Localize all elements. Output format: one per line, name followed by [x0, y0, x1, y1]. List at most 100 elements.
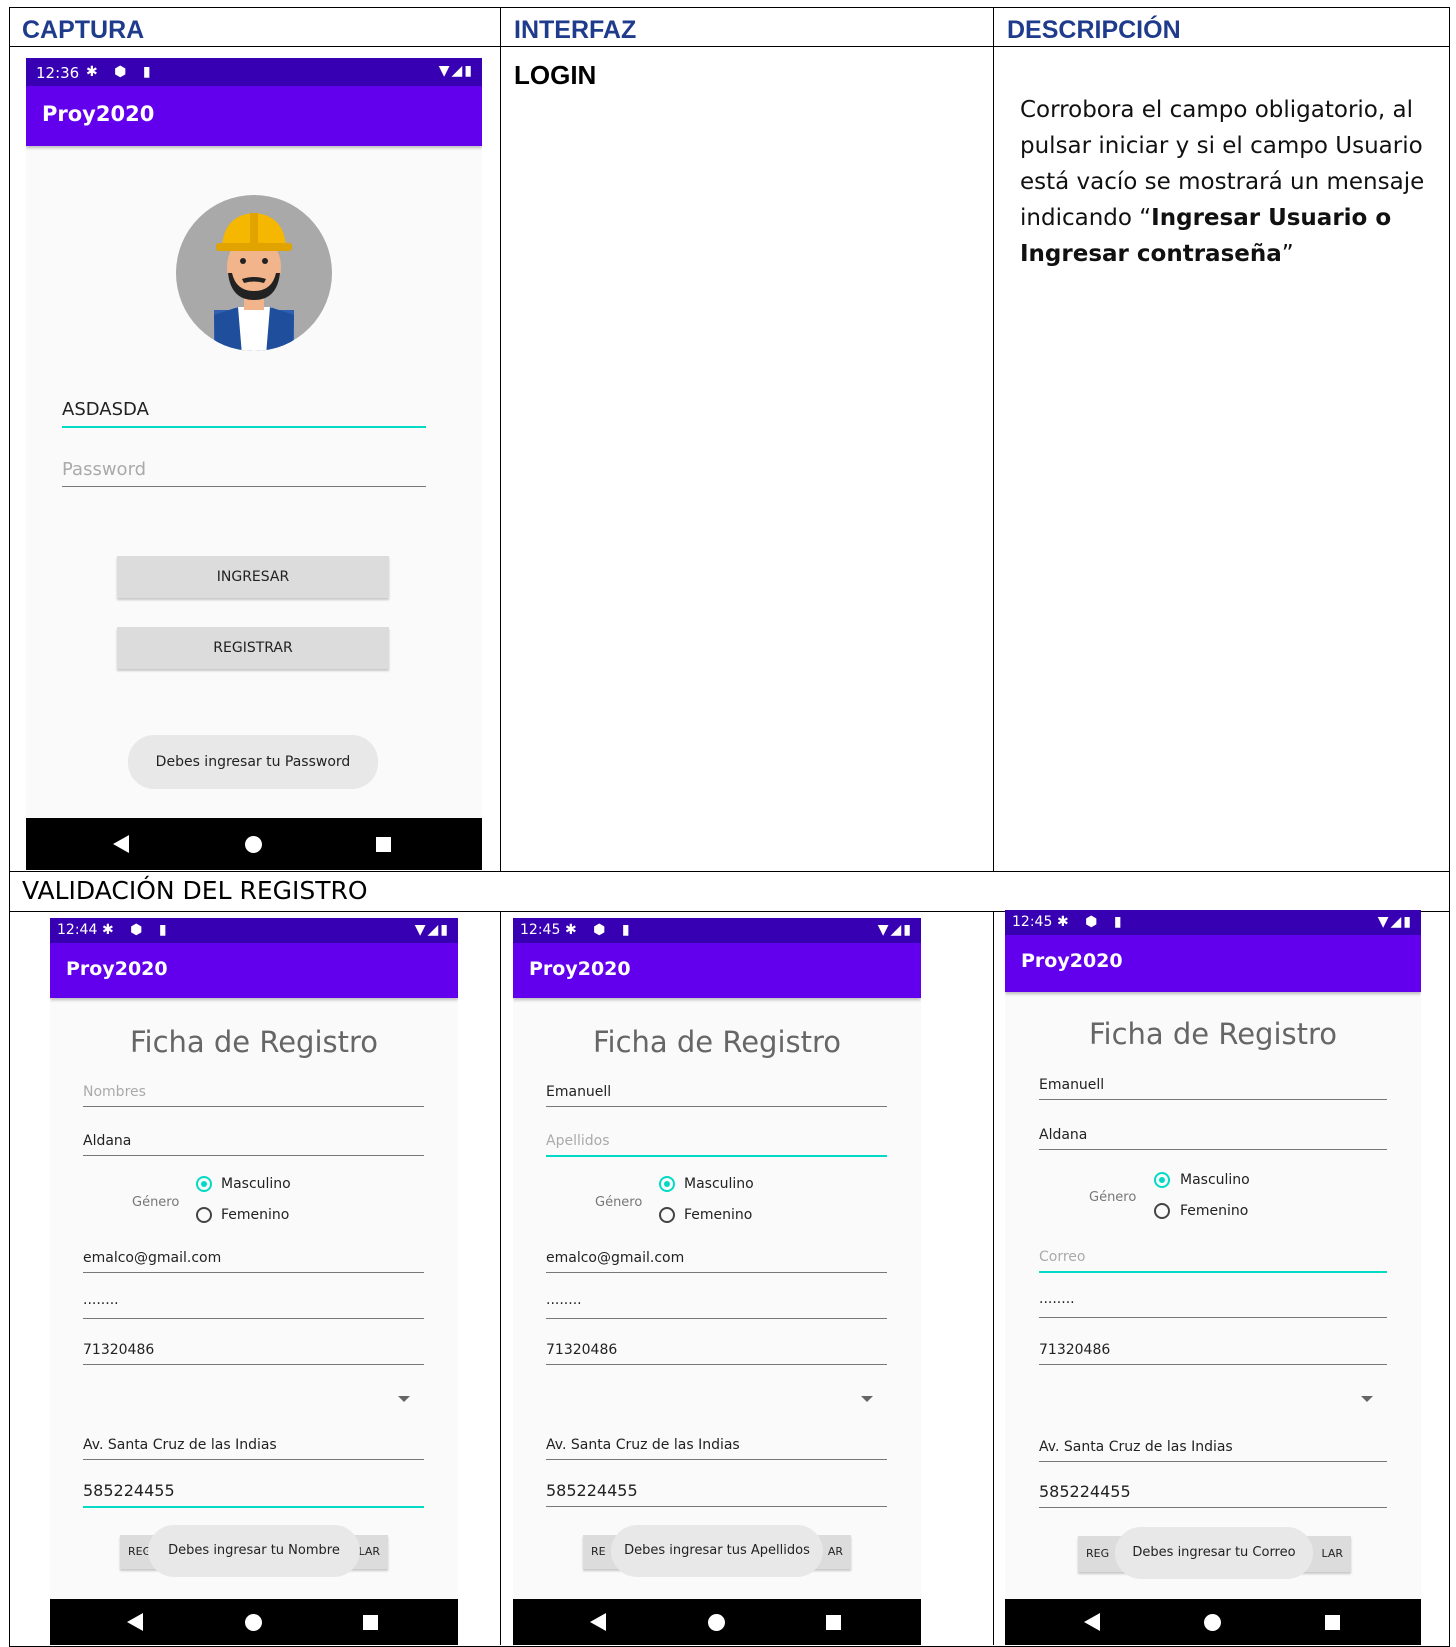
- description-part2: ”: [1281, 241, 1294, 267]
- status-bar: 12:45 ✱ ⬢ ▮ ▼◢▮: [1005, 910, 1421, 935]
- header-divider: [9, 46, 1450, 47]
- telefono-field[interactable]: 71320486: [83, 1326, 424, 1365]
- ingresar-button[interactable]: INGRESAR: [117, 556, 389, 598]
- femenino-label: Femenino: [221, 1207, 290, 1223]
- femenino-radio[interactable]: [1154, 1203, 1170, 1219]
- header-captura: CAPTURA: [22, 16, 145, 44]
- status-left-icons: ✱ ⬢ ▮: [102, 922, 173, 938]
- genero-label: Género: [132, 1195, 180, 1210]
- celular-field[interactable]: 585224455: [546, 1468, 887, 1507]
- username-field[interactable]: ASDASDA: [62, 388, 426, 428]
- status-left-icons: ✱ ⬢ ▮: [86, 64, 157, 80]
- masculino-radio[interactable]: [196, 1176, 212, 1192]
- back-icon[interactable]: [590, 1613, 606, 1631]
- app-title: Proy2020: [42, 102, 155, 126]
- toast-message: Debes ingresar tu Nombre: [148, 1525, 360, 1577]
- recents-icon[interactable]: [376, 837, 391, 852]
- column-divider-4: [993, 911, 994, 1645]
- register-screenshot-1: 12:44 ✱ ⬢ ▮ ▼◢▮ Proy2020 Ficha de Regist…: [50, 918, 458, 1645]
- status-time: 12:45: [1012, 914, 1053, 930]
- status-time: 12:44: [57, 922, 98, 938]
- status-time: 12:45: [520, 922, 561, 938]
- back-icon[interactable]: [113, 835, 129, 853]
- celular-field[interactable]: 585224455: [1039, 1468, 1387, 1508]
- login-screenshot: 12:36 ✱ ⬢ ▮ ▼◢▮ Proy2020 ASDASDA Passwor…: [26, 58, 482, 870]
- app-bar: Proy2020: [26, 86, 482, 146]
- cancelar-label-visible: LAR: [1321, 1547, 1343, 1560]
- back-icon[interactable]: [127, 1613, 143, 1631]
- app-bar: Proy2020: [513, 943, 921, 998]
- row-divider: [9, 871, 1450, 872]
- toast-message: Debes ingresar tus Apellidos: [611, 1525, 823, 1577]
- column-divider-2: [993, 7, 994, 871]
- celular-field[interactable]: 585224455: [83, 1468, 424, 1508]
- registrar-button[interactable]: REGISTRAR: [117, 627, 389, 669]
- worker-avatar-icon: [214, 213, 294, 351]
- interface-name: LOGIN: [514, 60, 597, 90]
- home-icon[interactable]: [1204, 1614, 1221, 1631]
- femenino-label: Femenino: [1180, 1203, 1249, 1219]
- password-field[interactable]: ········: [546, 1280, 887, 1319]
- home-icon[interactable]: [245, 836, 262, 853]
- direccion-field[interactable]: Av. Santa Cruz de las Indias: [546, 1421, 887, 1460]
- recents-icon[interactable]: [826, 1615, 841, 1630]
- recents-icon[interactable]: [1325, 1615, 1340, 1630]
- status-right-icons: ▼◢▮: [877, 922, 913, 938]
- nombres-field[interactable]: Emanuell: [1039, 1060, 1387, 1100]
- back-icon[interactable]: [1084, 1613, 1100, 1631]
- password-field[interactable]: ········: [83, 1280, 424, 1319]
- status-right-icons: ▼◢▮: [438, 63, 474, 79]
- dropdown-arrow-icon[interactable]: [1361, 1396, 1373, 1402]
- description-text: Corrobora el campo obligatorio, al pulsa…: [1020, 92, 1445, 272]
- direccion-field[interactable]: Av. Santa Cruz de las Indias: [83, 1421, 424, 1460]
- status-right-icons: ▼◢▮: [1377, 914, 1413, 930]
- apellidos-field[interactable]: Aldana: [1039, 1110, 1387, 1150]
- nav-bar: [1005, 1599, 1421, 1645]
- toast-message: Debes ingresar tu Password: [128, 735, 378, 789]
- column-divider-3: [500, 911, 501, 1645]
- nav-bar: [513, 1599, 921, 1645]
- telefono-field[interactable]: 71320486: [1039, 1325, 1387, 1365]
- telefono-field[interactable]: 71320486: [546, 1326, 887, 1365]
- correo-field[interactable]: emalco@gmail.com: [83, 1234, 424, 1273]
- status-time: 12:36: [36, 64, 80, 82]
- dropdown-arrow-icon[interactable]: [398, 1396, 410, 1402]
- nombres-field[interactable]: Emanuell: [546, 1068, 887, 1107]
- status-right-icons: ▼◢▮: [414, 922, 450, 938]
- dropdown-arrow-icon[interactable]: [861, 1396, 873, 1402]
- correo-field[interactable]: Correo: [1039, 1232, 1387, 1273]
- home-icon[interactable]: [708, 1614, 725, 1631]
- form-title: Ficha de Registro: [1088, 1017, 1338, 1051]
- status-left-icons: ✱ ⬢ ▮: [1057, 914, 1128, 930]
- status-bar: 12:36 ✱ ⬢ ▮ ▼◢▮: [26, 58, 482, 86]
- register-screenshot-3: 12:45 ✱ ⬢ ▮ ▼◢▮ Proy2020 Ficha de Regist…: [1005, 910, 1421, 1645]
- direccion-field[interactable]: Av. Santa Cruz de las Indias: [1039, 1422, 1387, 1462]
- apellidos-field[interactable]: Aldana: [83, 1117, 424, 1156]
- correo-field[interactable]: emalco@gmail.com: [546, 1234, 887, 1273]
- registrar-label-visible: REG: [1086, 1547, 1110, 1560]
- cancelar-label-visible: AR: [827, 1545, 843, 1558]
- app-title: Proy2020: [529, 958, 631, 980]
- cancelar-label-visible: LAR: [358, 1545, 380, 1558]
- apellidos-field[interactable]: Apellidos: [546, 1117, 887, 1157]
- nombres-field[interactable]: Nombres: [83, 1068, 424, 1107]
- app-title: Proy2020: [66, 958, 168, 980]
- form-title: Ficha de Registro: [129, 1025, 379, 1059]
- app-bar: Proy2020: [1005, 935, 1421, 992]
- section2-title: VALIDACIÓN DEL REGISTRO: [22, 876, 368, 905]
- masculino-radio[interactable]: [659, 1176, 675, 1192]
- recents-icon[interactable]: [363, 1615, 378, 1630]
- genero-label: Género: [595, 1195, 643, 1210]
- femenino-radio[interactable]: [196, 1207, 212, 1223]
- status-bar: 12:44 ✱ ⬢ ▮ ▼◢▮: [50, 918, 458, 943]
- password-field[interactable]: ········: [1039, 1278, 1387, 1318]
- femenino-radio[interactable]: [659, 1207, 675, 1223]
- password-field[interactable]: Password: [62, 448, 426, 487]
- toast-message: Debes ingresar tu Correo: [1115, 1527, 1313, 1579]
- status-bar: 12:45 ✱ ⬢ ▮ ▼◢▮: [513, 918, 921, 943]
- home-icon[interactable]: [245, 1614, 262, 1631]
- masculino-label: Masculino: [684, 1176, 754, 1192]
- app-bar: Proy2020: [50, 943, 458, 998]
- masculino-radio[interactable]: [1154, 1172, 1170, 1188]
- avatar: [176, 195, 332, 351]
